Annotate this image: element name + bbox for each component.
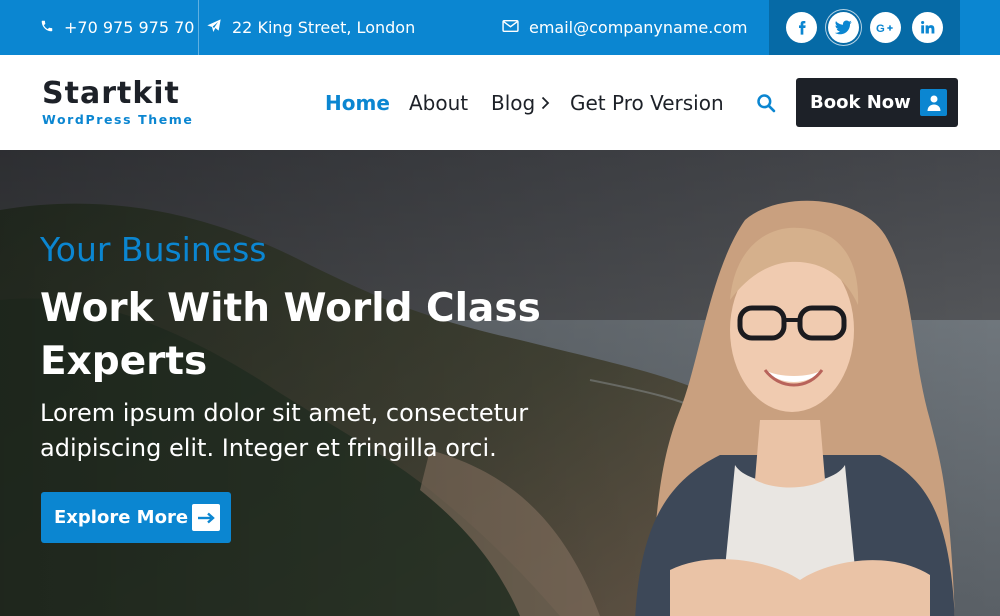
nav-item-blog[interactable]: Blog: [491, 55, 550, 150]
address-text: 22 King Street, London: [232, 18, 416, 37]
envelope-icon: [502, 18, 529, 37]
arrow-right-icon: [192, 504, 220, 531]
address-info: 22 King Street, London: [206, 0, 415, 55]
linkedin-icon[interactable]: [912, 12, 943, 43]
email-text: email@companyname.com: [529, 18, 748, 37]
paper-plane-icon: [206, 18, 232, 38]
facebook-icon[interactable]: [786, 12, 817, 43]
nav-item-about[interactable]: About: [409, 55, 468, 150]
nav-item-get-pro[interactable]: Get Pro Version: [570, 55, 724, 150]
top-bar: +70 975 975 70 22 King Street, London em…: [0, 0, 1000, 55]
svg-text:G: G: [876, 23, 885, 35]
google-plus-icon[interactable]: G: [870, 12, 901, 43]
hero-title: Work With World Class Experts: [40, 286, 541, 384]
user-icon: [920, 89, 947, 116]
phone-icon: [40, 18, 64, 37]
phone-info[interactable]: +70 975 975 70: [40, 0, 194, 55]
hero-description: Lorem ipsum dolor sit amet, consectetur …: [40, 399, 529, 462]
search-icon[interactable]: [756, 93, 776, 117]
social-links: G: [769, 0, 960, 55]
divider: [198, 0, 199, 55]
hero-kicker: Your Business: [40, 230, 267, 269]
chevron-right-icon: [541, 91, 550, 115]
site-header: Startkit WordPress Theme Home About Blog…: [0, 55, 1000, 150]
explore-more-button[interactable]: Explore More: [41, 492, 231, 543]
nav-item-home[interactable]: Home: [325, 55, 390, 150]
email-info[interactable]: email@companyname.com: [502, 0, 748, 55]
woman-photo: [635, 200, 955, 616]
book-now-button[interactable]: Book Now: [796, 78, 958, 127]
logo-title: Startkit: [42, 76, 180, 111]
logo-subtitle: WordPress Theme: [42, 112, 194, 127]
phone-text: +70 975 975 70: [64, 18, 195, 37]
hero-section: Your Business Work With World Class Expe…: [0, 150, 1000, 616]
explore-more-label: Explore More: [54, 507, 189, 528]
book-now-label: Book Now: [810, 92, 911, 113]
twitter-icon[interactable]: [828, 12, 859, 43]
nav-item-blog-label: Blog: [491, 90, 536, 115]
site-logo[interactable]: Startkit WordPress Theme: [42, 76, 194, 128]
